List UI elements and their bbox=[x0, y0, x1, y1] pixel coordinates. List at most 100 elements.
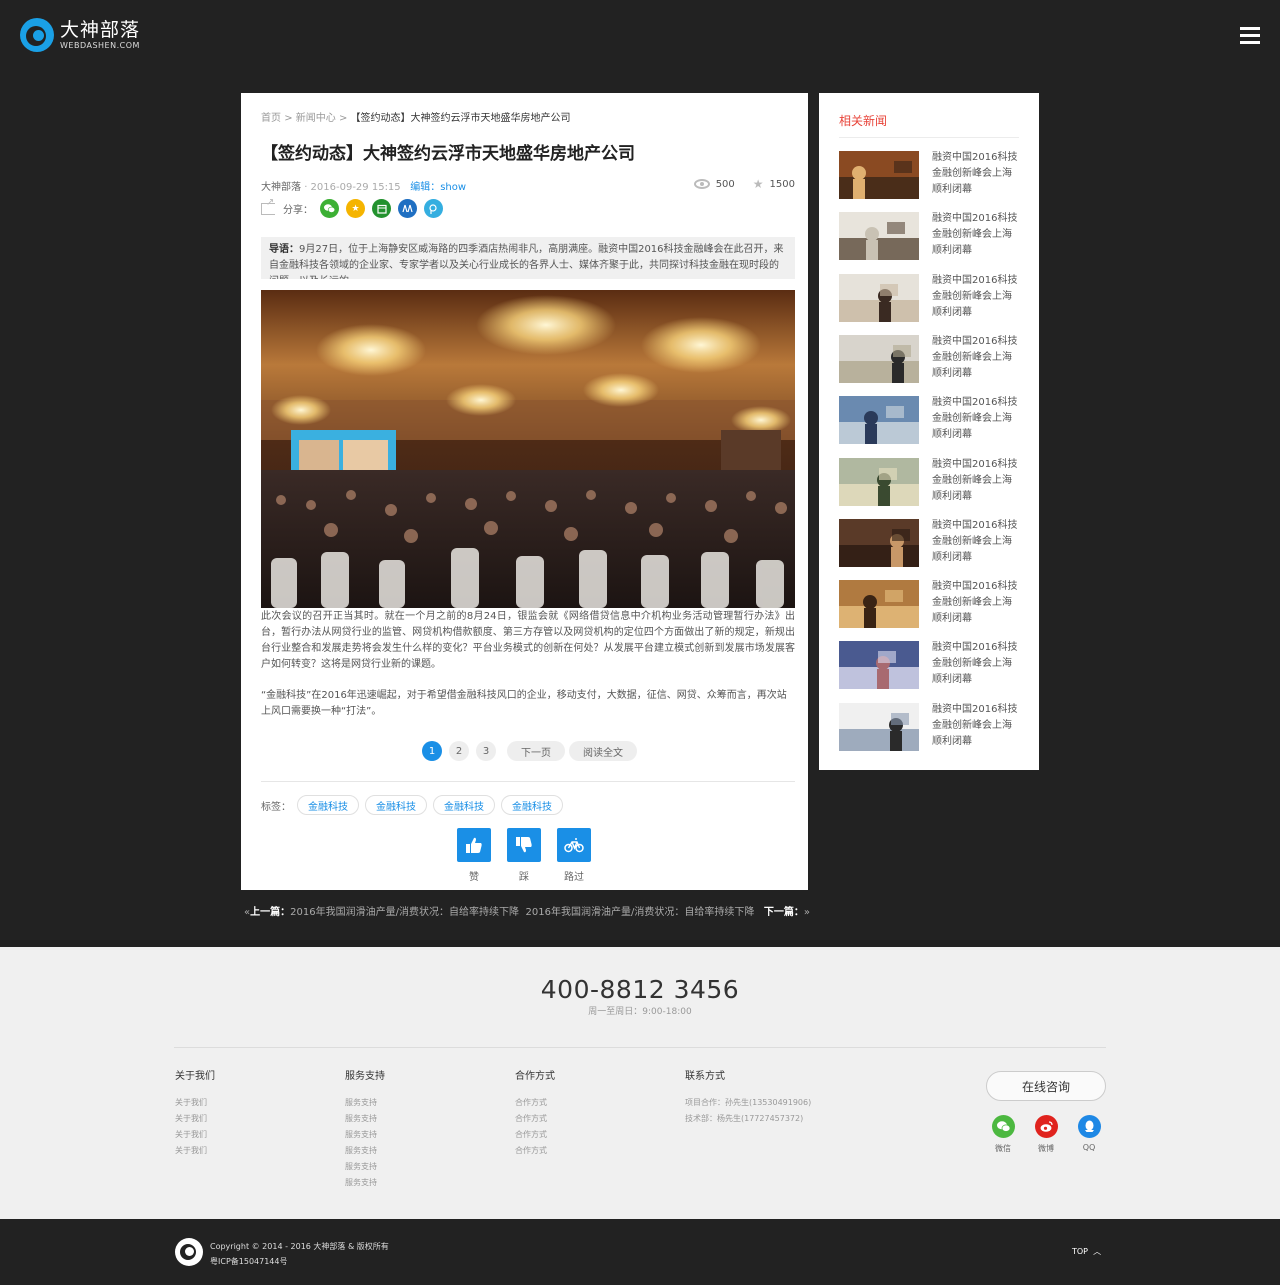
page-3-button[interactable]: 3 bbox=[476, 741, 496, 761]
related-news-item[interactable]: 融资中国2016科技金融创新峰会上海顺利闭幕 bbox=[839, 151, 1019, 201]
renren-icon bbox=[402, 204, 413, 213]
share-calendar-button[interactable] bbox=[372, 199, 391, 218]
footer-link[interactable]: 合作方式 bbox=[515, 1143, 555, 1159]
tag-chip[interactable]: 金融科技 bbox=[501, 795, 563, 815]
footer-link[interactable]: 服务支持 bbox=[345, 1175, 385, 1191]
related-news-item[interactable]: 融资中国2016科技金融创新峰会上海顺利闭幕 bbox=[839, 457, 1019, 508]
share-pinyou-button[interactable] bbox=[424, 199, 443, 218]
related-news-item[interactable]: 融资中国2016科技金融创新峰会上海顺利闭幕 bbox=[839, 273, 1019, 324]
article-editor[interactable]: 编辑：show bbox=[410, 182, 466, 193]
read-all-button[interactable]: 阅读全文 bbox=[569, 741, 637, 761]
news-title: 融资中国2016科技金融创新峰会上海顺利闭幕 bbox=[932, 397, 1018, 441]
footer-link[interactable]: 服务支持 bbox=[345, 1127, 385, 1143]
news-thumbnail bbox=[839, 580, 919, 629]
divider bbox=[261, 781, 795, 782]
share-favorite-button[interactable]: ★ bbox=[346, 199, 365, 218]
pinyou-icon bbox=[428, 203, 437, 214]
like-label: 赞 bbox=[469, 872, 479, 883]
article-card: 首页 > 新闻中心 > 【签约动态】大神签约云浮市天地盛华房地产公司 【签约动态… bbox=[241, 93, 808, 890]
related-news-item[interactable]: 融资中国2016科技金融创新峰会上海顺利闭幕 bbox=[839, 396, 1019, 446]
weibo-icon bbox=[1040, 1121, 1053, 1132]
online-consult-button[interactable]: 在线咨询 bbox=[986, 1071, 1106, 1101]
news-thumbnail bbox=[839, 396, 919, 445]
copyright-bar: Copyright © 2014 - 2016 大神部落 & 版权所有 粤ICP… bbox=[0, 1219, 1280, 1285]
weibo-label: 微博 bbox=[1038, 1144, 1054, 1153]
footer-link[interactable]: 服务支持 bbox=[345, 1111, 385, 1127]
article-intro: 导语：9月27日，位于上海静安区威海路的四季酒店热闹非凡，高朋满座。融资中国20… bbox=[261, 237, 795, 279]
share-wechat-button[interactable] bbox=[320, 199, 339, 218]
dislike-button[interactable]: 踩 bbox=[507, 828, 541, 883]
related-news-item[interactable]: 融资中国2016科技金融创新峰会上海顺利闭幕 bbox=[839, 212, 1019, 262]
footer-link[interactable]: 合作方式 bbox=[515, 1127, 555, 1143]
next-page-button[interactable]: 下一页 bbox=[507, 741, 565, 761]
related-news-item[interactable]: 融资中国2016科技金融创新峰会上海顺利闭幕 bbox=[839, 641, 1019, 691]
page-1-button[interactable]: 1 bbox=[422, 741, 442, 761]
contact-line: 技术部：杨先生(17727457372) bbox=[685, 1114, 804, 1123]
footer-logo-icon bbox=[175, 1238, 203, 1266]
footer-col-title: 联系方式 bbox=[685, 1071, 725, 1082]
thumbs-down-icon bbox=[516, 837, 532, 853]
top-header: 大神部落 WEBDASHEN.COM bbox=[0, 0, 1280, 72]
footer-link[interactable]: 关于我们 bbox=[175, 1143, 215, 1159]
weibo-link[interactable]: 微博 bbox=[1026, 1115, 1066, 1154]
news-thumbnail bbox=[839, 151, 919, 199]
back-to-top-button[interactable]: TOP ︿ bbox=[1072, 1246, 1101, 1257]
next-label: 下一篇： bbox=[763, 907, 804, 918]
hotline-number: 400-8812 3456 bbox=[540, 975, 740, 1004]
article-title: 【签约动态】大神签约云浮市天地盛华房地产公司 bbox=[261, 144, 635, 164]
star-icon: ★ bbox=[752, 177, 764, 191]
pass-by-button[interactable]: 路过 bbox=[557, 828, 591, 883]
footer-link[interactable]: 服务支持 bbox=[345, 1143, 385, 1159]
like-button[interactable]: 赞 bbox=[457, 828, 491, 883]
share-renren-button[interactable] bbox=[398, 199, 417, 218]
related-news-item[interactable]: 融资中国2016科技金融创新峰会上海顺利闭幕 bbox=[839, 702, 1019, 753]
chevron-up-icon: ︿ bbox=[1093, 1247, 1102, 1256]
logo-domain: WEBDASHEN.COM bbox=[60, 41, 140, 50]
breadcrumb-separator: > bbox=[284, 113, 293, 124]
article-date: · 2016-09-29 15:15 bbox=[304, 182, 401, 193]
news-title: 融资中国2016科技金融创新峰会上海顺利闭幕 bbox=[932, 152, 1018, 195]
related-news-item[interactable]: 融资中国2016科技金融创新峰会上海顺利闭幕 bbox=[839, 518, 1019, 569]
back-to-top-label: TOP bbox=[1072, 1247, 1089, 1256]
news-thumbnail bbox=[839, 702, 919, 751]
news-thumbnail bbox=[839, 212, 919, 261]
footer-col-service: 服务支持 服务支持 服务支持 服务支持 服务支持 服务支持 服务支持 bbox=[345, 1067, 385, 1191]
related-news-title: 相关新闻 bbox=[839, 114, 888, 128]
qq-link[interactable]: QQ bbox=[1069, 1115, 1109, 1152]
footer-link[interactable]: 关于我们 bbox=[175, 1095, 215, 1111]
footer-link[interactable]: 关于我们 bbox=[175, 1111, 215, 1127]
footer-link[interactable]: 关于我们 bbox=[175, 1127, 215, 1143]
news-title: 融资中国2016科技金融创新峰会上海顺利闭幕 bbox=[932, 213, 1018, 257]
news-thumbnail bbox=[839, 457, 919, 506]
related-news-item[interactable]: 融资中国2016科技金融创新峰会上海顺利闭幕 bbox=[839, 334, 1019, 385]
calendar-icon bbox=[376, 204, 387, 214]
eye-icon bbox=[693, 179, 710, 189]
footer-link[interactable]: 合作方式 bbox=[515, 1111, 555, 1127]
news-title: 融资中国2016科技金融创新峰会上海顺利闭幕 bbox=[932, 519, 1018, 563]
contact-line: 项目合作：孙先生(13530491906) bbox=[685, 1098, 812, 1107]
page-2-button[interactable]: 2 bbox=[449, 741, 469, 761]
prev-article-link[interactable]: «上一篇：2016年我国润滑油产量/消费状况：自给率持续下降 bbox=[244, 903, 519, 918]
footer-link[interactable]: 服务支持 bbox=[345, 1159, 385, 1175]
site-logo[interactable]: 大神部落 WEBDASHEN.COM bbox=[20, 18, 140, 52]
related-news-item[interactable]: 融资中国2016科技金融创新峰会上海顺利闭幕 bbox=[839, 580, 1019, 630]
tag-chip[interactable]: 金融科技 bbox=[433, 795, 495, 815]
share-bar: 分享： ★ bbox=[261, 197, 443, 218]
tag-chip[interactable]: 金融科技 bbox=[297, 795, 359, 815]
pass-by-label: 路过 bbox=[564, 872, 584, 883]
divider bbox=[839, 137, 1019, 138]
footer-link[interactable]: 服务支持 bbox=[345, 1095, 385, 1111]
next-article-link[interactable]: 2016年我国润滑油产量/消费状况：自给率持续下降 下一篇：» bbox=[526, 903, 811, 918]
qq-icon bbox=[1084, 1120, 1094, 1132]
hamburger-menu-icon[interactable] bbox=[1240, 27, 1260, 44]
breadcrumb-home[interactable]: 首页 bbox=[261, 113, 281, 124]
footer-link[interactable]: 合作方式 bbox=[515, 1095, 555, 1111]
breadcrumb-news-center[interactable]: 新闻中心 bbox=[296, 113, 336, 124]
tag-chip[interactable]: 金融科技 bbox=[365, 795, 427, 815]
breadcrumb-separator: > bbox=[338, 113, 348, 124]
wechat-link[interactable]: 微信 bbox=[983, 1115, 1023, 1154]
star-icon: ★ bbox=[351, 203, 360, 214]
conference-hall-photo bbox=[261, 290, 795, 608]
news-thumbnail bbox=[839, 518, 919, 567]
wechat-label: 微信 bbox=[995, 1144, 1011, 1153]
